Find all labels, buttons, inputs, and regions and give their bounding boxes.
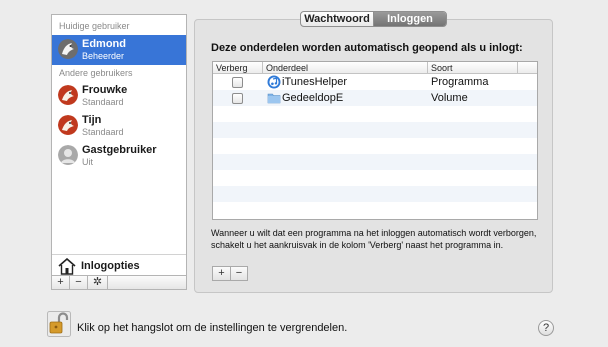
red-avatar-icon — [58, 85, 78, 105]
lock-message[interactable]: Klik op het hangslot om de instellingen … — [77, 322, 347, 334]
tab-login-items[interactable]: Inloggen — [373, 12, 446, 26]
guest-avatar-icon — [58, 145, 78, 165]
login-items-heading: Deze onderdelen worden automatisch geope… — [211, 42, 523, 54]
itunes-icon — [267, 75, 281, 89]
tab-bar: Wachtwoord Inloggen — [300, 11, 447, 27]
tab-password[interactable]: Wachtwoord — [301, 12, 373, 26]
hide-checkbox[interactable] — [232, 93, 243, 104]
empty-row — [213, 170, 537, 186]
user-row-frouwke[interactable]: Frouwke Standaard — [52, 81, 186, 111]
user-role: Beheerder — [82, 51, 125, 61]
login-options-label: Inlogopties — [81, 260, 140, 272]
table-row[interactable]: GedeeldopE Volume — [213, 90, 537, 106]
user-row-guest[interactable]: Gastgebruiker Uit — [52, 141, 186, 171]
table-header: Verberg Onderdeel Soort — [213, 62, 537, 74]
item-type: Volume — [431, 92, 468, 104]
eagle-avatar-icon — [58, 39, 78, 59]
user-row-tijn[interactable]: Tijn Standaard — [52, 111, 186, 141]
table-row[interactable]: iTunesHelper Programma — [213, 74, 537, 90]
column-hide[interactable]: Verberg — [213, 62, 263, 74]
remove-login-item-button[interactable]: − — [230, 267, 247, 280]
login-options-item[interactable]: Inlogopties — [52, 254, 186, 277]
add-login-item-button[interactable]: + — [213, 267, 230, 280]
item-name: iTunesHelper — [282, 76, 348, 88]
remove-user-button[interactable]: − — [70, 276, 88, 289]
user-name: Gastgebruiker — [82, 144, 157, 156]
column-type[interactable]: Soort — [428, 62, 518, 74]
empty-row — [213, 138, 537, 154]
column-item[interactable]: Onderdeel — [263, 62, 428, 74]
user-role: Standaard — [82, 97, 124, 107]
user-name: Frouwke — [82, 84, 128, 96]
other-users-header: Andere gebruikers — [59, 68, 133, 78]
user-name: Edmond — [82, 38, 126, 50]
home-icon — [58, 258, 76, 275]
user-row-edmond[interactable]: Edmond Beheerder · — [52, 35, 204, 65]
folder-icon — [267, 93, 281, 104]
user-role: Uit — [82, 157, 93, 167]
item-name: GedeeldopE — [282, 92, 344, 104]
red-avatar-icon — [58, 115, 78, 135]
empty-row — [213, 186, 537, 202]
empty-row — [213, 106, 537, 122]
users-list: Huidige gebruiker Edmond Beheerder · And… — [51, 14, 204, 290]
login-items-table: Verberg Onderdeel Soort iTunesHelper Pro… — [212, 61, 538, 220]
user-name: Tijn — [82, 114, 102, 126]
add-user-button[interactable]: + — [52, 276, 70, 289]
empty-row — [213, 122, 537, 138]
user-role: Standaard — [82, 127, 124, 137]
hide-hint-text: Wanneer u wilt dat een programma na het … — [211, 228, 537, 250]
padlock-open-icon[interactable] — [47, 311, 71, 337]
hide-checkbox[interactable] — [232, 77, 243, 88]
current-user-header: Huidige gebruiker — [59, 21, 130, 31]
item-type: Programma — [431, 76, 489, 88]
login-items-toolbar: + − — [212, 266, 248, 281]
gear-icon[interactable]: ✲ — [88, 276, 108, 289]
help-button[interactable]: ? — [538, 320, 554, 336]
empty-row — [213, 154, 537, 170]
empty-row — [213, 202, 537, 219]
users-toolbar: + − ✲ — [52, 275, 186, 289]
